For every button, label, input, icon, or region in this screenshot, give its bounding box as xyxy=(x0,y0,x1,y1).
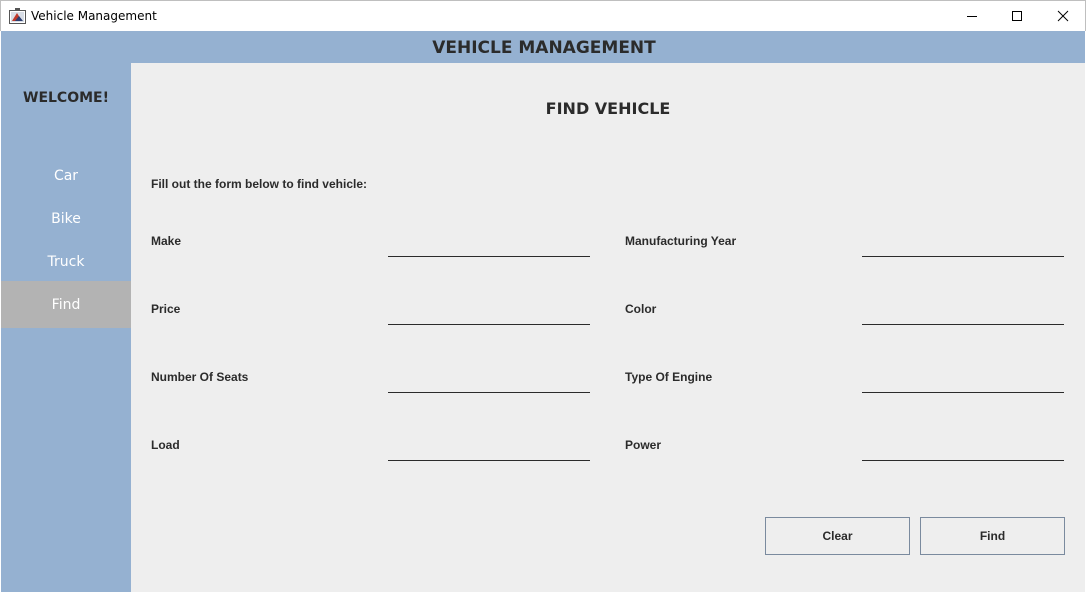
color-field[interactable] xyxy=(862,303,1064,325)
close-button[interactable] xyxy=(1040,1,1086,31)
app-header: VEHICLE MANAGEMENT xyxy=(1,31,1085,63)
sidebar: WELCOME! Car Bike Truck Find xyxy=(1,63,131,592)
maximize-button[interactable] xyxy=(994,1,1040,31)
welcome-label: WELCOME! xyxy=(23,90,109,106)
find-vehicle-panel: FIND VEHICLE Fill out the form below to … xyxy=(131,63,1085,592)
power-label: Power xyxy=(625,438,662,452)
power-field[interactable] xyxy=(862,439,1064,461)
maximize-icon xyxy=(1012,11,1022,21)
window-title: Vehicle Management xyxy=(31,9,157,23)
clear-button[interactable]: Clear xyxy=(765,517,910,555)
sidebar-item-find[interactable]: Find xyxy=(1,281,131,328)
load-field[interactable] xyxy=(388,439,590,461)
sidebar-item-car[interactable]: Car xyxy=(1,153,131,199)
number-of-seats-field[interactable] xyxy=(388,371,590,393)
type-of-engine-field[interactable] xyxy=(862,371,1064,393)
form-instruction: Fill out the form below to find vehicle: xyxy=(151,177,367,191)
type-of-engine-label: Type Of Engine xyxy=(625,370,713,384)
price-label: Price xyxy=(151,302,181,316)
sidebar-item-truck[interactable]: Truck xyxy=(1,239,131,285)
make-label: Make xyxy=(151,234,182,248)
manufacturing-year-field[interactable] xyxy=(862,235,1064,257)
manufacturing-year-label: Manufacturing Year xyxy=(625,234,737,248)
page-title: FIND VEHICLE xyxy=(545,99,671,118)
minimize-button[interactable] xyxy=(949,1,995,31)
sidebar-item-bike[interactable]: Bike xyxy=(1,196,131,242)
load-label: Load xyxy=(151,438,180,452)
close-icon xyxy=(1057,10,1069,22)
minimize-icon xyxy=(967,16,977,17)
price-field[interactable] xyxy=(388,303,590,325)
make-field[interactable] xyxy=(388,235,590,257)
number-of-seats-label: Number Of Seats xyxy=(151,370,249,384)
find-button[interactable]: Find xyxy=(920,517,1065,555)
java-app-icon xyxy=(9,8,26,24)
color-label: Color xyxy=(625,302,657,316)
window-title-bar: Vehicle Management xyxy=(0,0,1086,31)
app-header-title: VEHICLE MANAGEMENT xyxy=(432,38,656,58)
